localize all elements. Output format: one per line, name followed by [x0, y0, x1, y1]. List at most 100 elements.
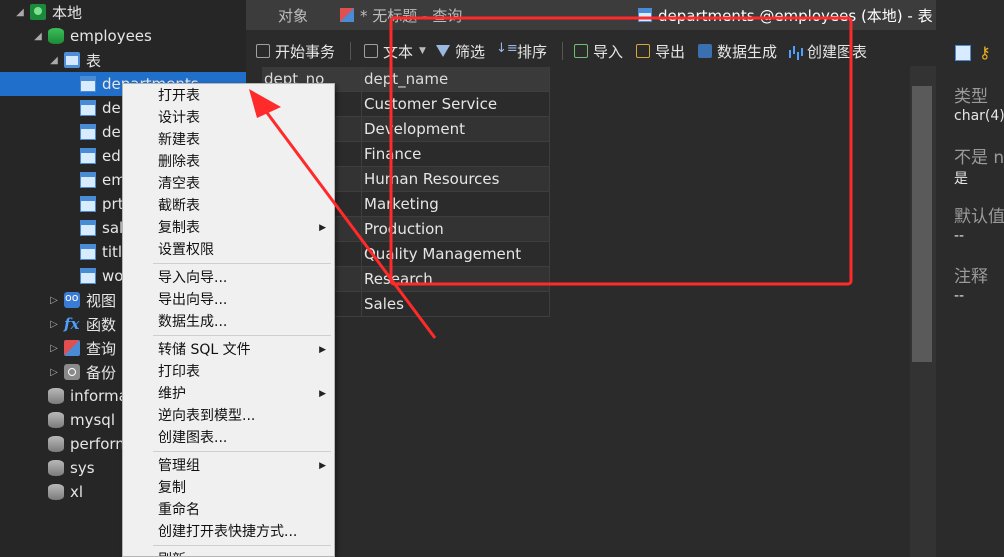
menu-item[interactable]: 复制: [123, 477, 334, 499]
menu-item-label: 复制: [158, 480, 186, 496]
menu-item-label: 清空表: [158, 176, 200, 192]
expand-arrow-icon[interactable]: ▷: [48, 319, 60, 330]
table-toolbar: 开始事务 文本 ▼ 筛选 排序 导入 导出 数据生成 创建图表: [246, 36, 936, 66]
import-label: 导入: [593, 42, 624, 61]
cell-dept-name[interactable]: Human Resources: [362, 167, 550, 192]
collapse-arrow-icon[interactable]: ◢: [14, 7, 26, 18]
expand-arrow-icon[interactable]: ▷: [48, 367, 60, 378]
tab-objects[interactable]: 对象: [278, 0, 308, 30]
type-value: char(4): [954, 108, 1004, 124]
menu-item[interactable]: 管理组 ▶: [123, 455, 334, 477]
menu-item[interactable]: 创建图表...: [123, 427, 334, 449]
menu-item[interactable]: 刷新: [123, 549, 334, 556]
database-icon: [48, 28, 64, 44]
column-header-dept-name[interactable]: dept_name: [362, 67, 550, 92]
cell-dept-name[interactable]: Production: [362, 217, 550, 242]
text-view-button[interactable]: 文本 ▼: [364, 36, 426, 66]
table-context-menu: 打开表 设计表新建表删除表清空表截断表复制表 ▶ 设置权限导入向导... 导出向导...…: [122, 83, 335, 557]
expand-arrow-icon[interactable]: ▷: [48, 343, 60, 354]
menu-item[interactable]: 重命名: [123, 499, 334, 521]
import-button[interactable]: 导入: [574, 36, 623, 66]
key-icon[interactable]: ⚷: [979, 43, 991, 62]
menu-separator: [153, 335, 331, 336]
menu-item[interactable]: 创建打开表快捷方式...: [123, 521, 334, 543]
menu-item[interactable]: 设置权限: [123, 239, 334, 261]
menu-item-label: 数据生成...: [158, 314, 228, 330]
cell-dept-name[interactable]: Marketing: [362, 192, 550, 217]
menu-item[interactable]: 截断表: [123, 195, 334, 217]
menu-item[interactable]: 导出向导...: [123, 289, 334, 311]
sort-button[interactable]: 排序: [496, 36, 547, 66]
tree-item[interactable]: ◢ 表: [0, 48, 246, 72]
cell-dept-name[interactable]: Quality Management: [362, 242, 550, 267]
database-gray-icon: [48, 412, 64, 428]
create-chart-button[interactable]: 创建图表: [788, 36, 867, 66]
tab-departments-table[interactable]: departments @employees (本地) - 表: [638, 0, 933, 30]
not-null-label: 不是 null: [954, 148, 1004, 168]
submenu-arrow-icon: ▶: [319, 345, 326, 355]
begin-transaction-button[interactable]: 开始事务: [256, 36, 335, 66]
type-label: 类型: [954, 87, 988, 107]
menu-item[interactable]: 设计表: [123, 107, 334, 129]
generate-data-label: 数据生成: [717, 42, 778, 61]
submenu-arrow-icon: ▶: [319, 223, 326, 233]
chart-icon: [788, 44, 802, 58]
table-icon[interactable]: [955, 45, 971, 61]
cell-dept-name[interactable]: Research: [362, 267, 550, 292]
tree-item-label: 表: [86, 51, 102, 70]
menu-item[interactable]: 维护 ▶: [123, 383, 334, 405]
tree-item-label: 视图: [86, 291, 117, 310]
collapse-arrow-icon[interactable]: ◢: [48, 55, 60, 66]
menu-item[interactable]: 转储 SQL 文件 ▶: [123, 339, 334, 361]
menu-item[interactable]: 清空表: [123, 173, 334, 195]
menu-item-label: 导出向导...: [158, 292, 228, 308]
menu-item[interactable]: 导入向导...: [123, 267, 334, 289]
filter-button[interactable]: 筛选: [436, 36, 485, 66]
cell-dept-name[interactable]: Finance: [362, 142, 550, 167]
menu-item[interactable]: 数据生成...: [123, 311, 334, 333]
query-icon: [340, 8, 354, 22]
connection-icon: [30, 4, 46, 20]
table-icon: [80, 76, 96, 92]
menu-item-label: 设置权限: [158, 242, 214, 258]
cell-dept-name[interactable]: Customer Service: [362, 92, 550, 117]
menu-item[interactable]: 逆向表到模型...: [123, 405, 334, 427]
export-button[interactable]: 导出: [636, 36, 685, 66]
submenu-arrow-icon: ▶: [319, 461, 326, 471]
menu-item-label: 管理组: [158, 458, 200, 474]
text-view-label: 文本: [383, 42, 414, 61]
sort-icon: [496, 41, 518, 58]
cell-dept-name[interactable]: Development: [362, 117, 550, 142]
comment-label: 注释: [954, 267, 988, 287]
menu-item-label: 截断表: [158, 198, 200, 214]
expand-arrow-icon[interactable]: ▷: [48, 295, 60, 306]
tab-untitled-query[interactable]: * 无标题 - 查询: [340, 0, 462, 30]
menu-item-label: 删除表: [158, 154, 200, 170]
data-grid[interactable]: dept_no dept_name d009Customer Serviced0…: [246, 66, 910, 557]
menu-item[interactable]: 删除表: [123, 151, 334, 173]
menu-item[interactable]: 新建表: [123, 129, 334, 151]
tables-folder-icon: [64, 52, 80, 68]
table-icon: [80, 268, 96, 284]
tree-item-label: 函数: [86, 315, 117, 334]
export-label: 导出: [655, 42, 686, 61]
tree-item-label: mysql: [70, 411, 115, 429]
generate-data-button[interactable]: 数据生成: [698, 36, 777, 66]
tree-item-label: 备份: [86, 363, 117, 382]
tree-item[interactable]: ◢ employees: [0, 24, 246, 48]
tree-item[interactable]: ◢ 本地: [0, 0, 246, 24]
tree-item-label: 查询: [86, 339, 117, 358]
scrollbar-thumb[interactable]: [912, 86, 932, 362]
tree-item-label: sys: [70, 459, 95, 477]
collapse-arrow-icon[interactable]: ◢: [32, 31, 44, 42]
comment-value: --: [954, 288, 965, 304]
menu-item[interactable]: 打印表: [123, 361, 334, 383]
text-icon: [364, 44, 378, 58]
table-icon: [638, 8, 652, 22]
menu-item[interactable]: 打开表: [123, 85, 334, 107]
menu-item[interactable]: 复制表 ▶: [123, 217, 334, 239]
menu-item-label: 新建表: [158, 132, 200, 148]
cell-dept-name[interactable]: Sales: [362, 292, 550, 317]
tree-item-label: xl: [70, 483, 84, 501]
menu-separator: [153, 451, 331, 452]
